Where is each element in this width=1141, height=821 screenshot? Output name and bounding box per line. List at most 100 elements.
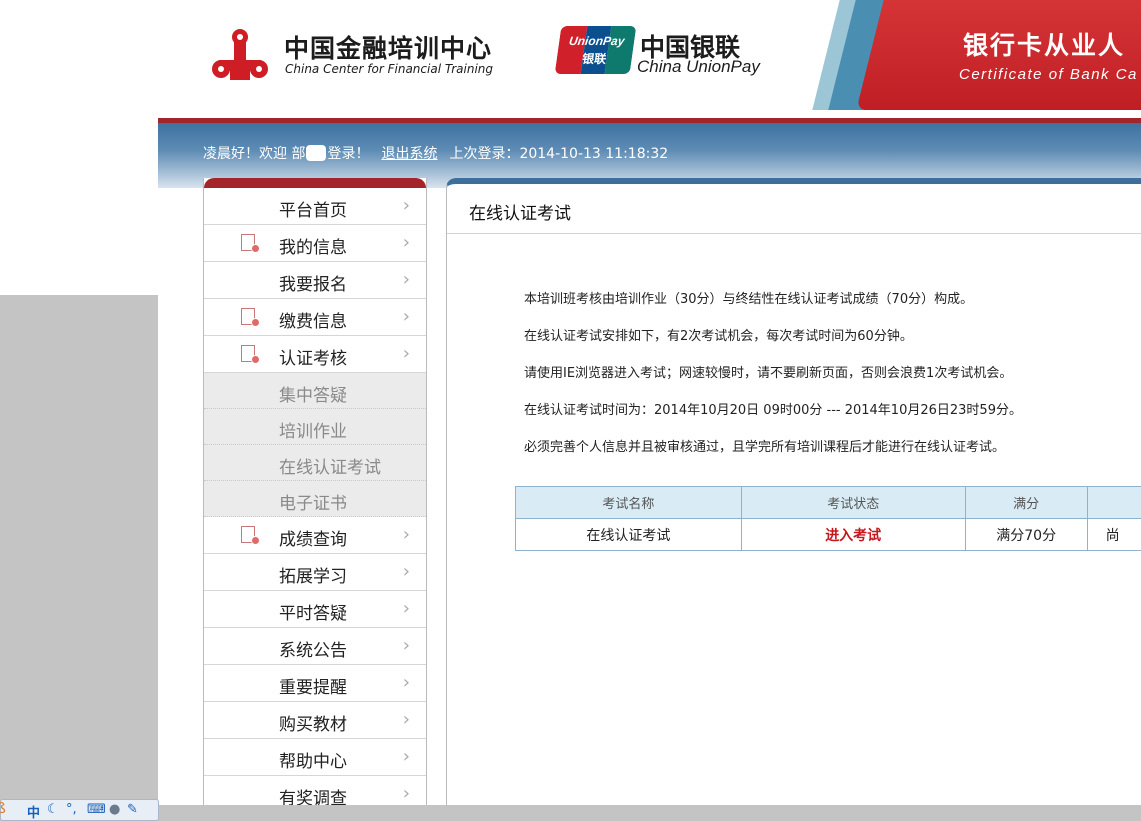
exam-name-cell: 在线认证考试 xyxy=(515,518,742,551)
sidebar-item-label: 认证考核 xyxy=(279,349,347,369)
document-icon xyxy=(241,234,260,253)
sidebar-item-label: 重要提醒 xyxy=(279,678,347,698)
column-header-full-score: 满分 xyxy=(964,486,1088,519)
sidebar-item-label: 平台首页 xyxy=(279,201,347,221)
chevron-right-icon: › xyxy=(402,635,410,656)
sidebar-item-scores[interactable]: 成绩查询 › xyxy=(204,517,426,554)
unionpay-logo-icon: UnionPay 银联 xyxy=(554,26,637,74)
sidebar-item-label: 平时答疑 xyxy=(279,604,347,624)
sidebar-item-payment[interactable]: 缴费信息 › xyxy=(204,299,426,336)
sidebar-item-label: 拓展学习 xyxy=(279,567,347,587)
table-row: 在线认证考试 进入考试 满分70分 尚 xyxy=(515,518,1141,551)
column-header-exam-status: 考试状态 xyxy=(740,486,966,519)
last-login: 上次登录：2014-10-13 11:18:32 xyxy=(449,146,669,162)
sidebar-item-label: 帮助中心 xyxy=(279,752,347,772)
sidebar-item-reminders[interactable]: 重要提醒 › xyxy=(204,665,426,702)
banner-title: 银行卡从业人 xyxy=(963,31,1126,60)
column-header-exam-name: 考试名称 xyxy=(515,486,742,519)
chevron-right-icon: › xyxy=(402,343,410,364)
document-icon xyxy=(241,526,260,545)
exam-status-cell: 进入考试 xyxy=(740,518,966,551)
ime-punctuation-toggle[interactable]: °, xyxy=(66,802,77,817)
unionpay-badge-en: UnionPay xyxy=(568,34,626,48)
left-gutter-top xyxy=(0,0,158,295)
exam-note: 在线认证考试时间为：2014年10月20日 09时00分 --- 2014年10… xyxy=(524,403,1022,418)
main-panel: 在线认证考试 本培训班考核由培训作业（30分）与终结性在线认证考试成绩（70分）… xyxy=(446,178,1141,808)
user-name-fragment: 部 xyxy=(291,146,306,162)
header: 中国金融培训中心 China Center for Financial Trai… xyxy=(158,0,1141,118)
title-divider xyxy=(447,233,1141,234)
exam-note: 请使用IE浏览器进入考试；网速较慢时，请不要刷新页面，否则会浪费1次考试机会。 xyxy=(524,366,1013,381)
document-icon xyxy=(241,345,260,364)
enter-exam-link[interactable]: 进入考试 xyxy=(825,528,881,544)
chevron-right-icon: › xyxy=(402,709,410,730)
unionpay-badge-cn: 银联 xyxy=(581,52,608,66)
exam-note: 本培训班考核由培训作业（30分）与终结性在线认证考试成绩（70分）构成。 xyxy=(524,292,974,307)
sidebar-subitem-label: 集中答疑 xyxy=(279,386,347,406)
sidebar-item-label: 我要报名 xyxy=(279,275,347,295)
sidebar-item-label: 购买教材 xyxy=(279,715,347,735)
sidebar-item-register[interactable]: 我要报名 › xyxy=(204,262,426,299)
org-name-cn: 中国金融培训中心 xyxy=(284,34,493,63)
exam-table: 考试名称 考试状态 满分 在线认证考试 进入考试 满分70分 尚 xyxy=(515,486,1141,551)
sidebar-item-daily-qa[interactable]: 平时答疑 › xyxy=(204,591,426,628)
sidebar-subitem-label: 在线认证考试 xyxy=(279,458,381,478)
sidebar-subitem-e-certificate[interactable]: 电子证书 xyxy=(204,481,426,517)
full-score-cell: 满分70分 xyxy=(964,518,1088,551)
chevron-right-icon: › xyxy=(402,195,410,216)
logout-link[interactable]: 退出系统 xyxy=(381,146,437,162)
chevron-right-icon: › xyxy=(402,672,410,693)
wrench-icon[interactable]: ✎ xyxy=(127,802,138,817)
sidebar-item-buy-textbooks[interactable]: 购买教材 › xyxy=(204,702,426,739)
exam-note: 必须完善个人信息并且被审核通过，且学完所有培训课程后才能进行在线认证考试。 xyxy=(524,440,1006,455)
sidebar: 平台首页 › 我的信息 › 我要报名 › 缴费信息 › 认证考核 › 集中答疑 … xyxy=(203,178,427,808)
sidebar-subitem-online-exam[interactable]: 在线认证考试 xyxy=(204,445,426,481)
column-header-extra xyxy=(1086,486,1141,519)
org-name-en: China Center for Financial Training xyxy=(285,62,494,76)
sidebar-item-extended-learning[interactable]: 拓展学习 › xyxy=(204,554,426,591)
chevron-right-icon: › xyxy=(402,269,410,290)
sidebar-subitem-label: 电子证书 xyxy=(279,494,347,514)
exam-notes: 本培训班考核由培训作业（30分）与终结性在线认证考试成绩（70分）构成。 在线认… xyxy=(524,281,1022,466)
sidebar-subitem-qa-session[interactable]: 集中答疑 xyxy=(204,373,426,409)
chevron-right-icon: › xyxy=(402,306,410,327)
chevron-right-icon: › xyxy=(402,783,410,804)
sidebar-subitem-homework[interactable]: 培训作业 xyxy=(204,409,426,445)
extra-cell: 尚 xyxy=(1086,518,1141,551)
sidebar-item-label: 我的信息 xyxy=(279,238,347,258)
page-title: 在线认证考试 xyxy=(469,204,571,224)
redacted-username xyxy=(306,145,327,161)
ime-mode-toggle[interactable]: 中 xyxy=(27,802,40,821)
banner-subtitle: Certificate of Bank Ca xyxy=(959,66,1138,83)
sidebar-item-label: 成绩查询 xyxy=(279,530,347,550)
sidebar-item-label: 系统公告 xyxy=(279,641,347,661)
greeting-suffix: 登录！ xyxy=(327,146,370,162)
unionpay-name-en: China UnionPay xyxy=(637,57,760,76)
chevron-right-icon: › xyxy=(402,746,410,767)
sidebar-item-survey[interactable]: 有奖调查 › xyxy=(204,776,426,808)
greeting-prefix: 凌晨好！欢迎 xyxy=(203,146,287,162)
chevron-right-icon: › xyxy=(402,561,410,582)
chevron-right-icon: › xyxy=(402,232,410,253)
sidebar-item-help-center[interactable]: 帮助中心 › xyxy=(204,739,426,776)
keyboard-icon[interactable]: ⌨ xyxy=(87,802,106,817)
sidebar-subitem-label: 培训作业 xyxy=(279,422,347,442)
chevron-right-icon: › xyxy=(402,524,410,545)
table-header-row: 考试名称 考试状态 满分 xyxy=(515,486,1141,519)
ime-toolbar: ß 中 ☾ °, ⌨ ● ✎ xyxy=(0,799,159,821)
ime-logo-icon[interactable]: ß xyxy=(0,801,6,817)
sidebar-item-assessment[interactable]: 认证考核 › xyxy=(204,336,426,373)
cfct-logo-icon xyxy=(212,29,268,80)
sidebar-item-label: 缴费信息 xyxy=(279,312,347,332)
document-icon xyxy=(241,308,260,327)
exam-note: 在线认证考试安排如下，有2次考试机会，每次考试时间为60分钟。 xyxy=(524,329,913,344)
page: 中国金融培训中心 China Center for Financial Trai… xyxy=(158,0,1141,808)
sidebar-item-home[interactable]: 平台首页 › xyxy=(204,188,426,225)
user-icon[interactable]: ● xyxy=(109,802,120,817)
welcome-text: 凌晨好！欢迎 部 登录！ 退出系统 上次登录：2014-10-13 11:18:32 xyxy=(203,143,668,163)
chevron-right-icon: › xyxy=(402,598,410,619)
sidebar-item-announcements[interactable]: 系统公告 › xyxy=(204,628,426,665)
taskbar xyxy=(0,805,1141,821)
sidebar-item-my-info[interactable]: 我的信息 › xyxy=(204,225,426,262)
moon-icon[interactable]: ☾ xyxy=(47,802,59,817)
